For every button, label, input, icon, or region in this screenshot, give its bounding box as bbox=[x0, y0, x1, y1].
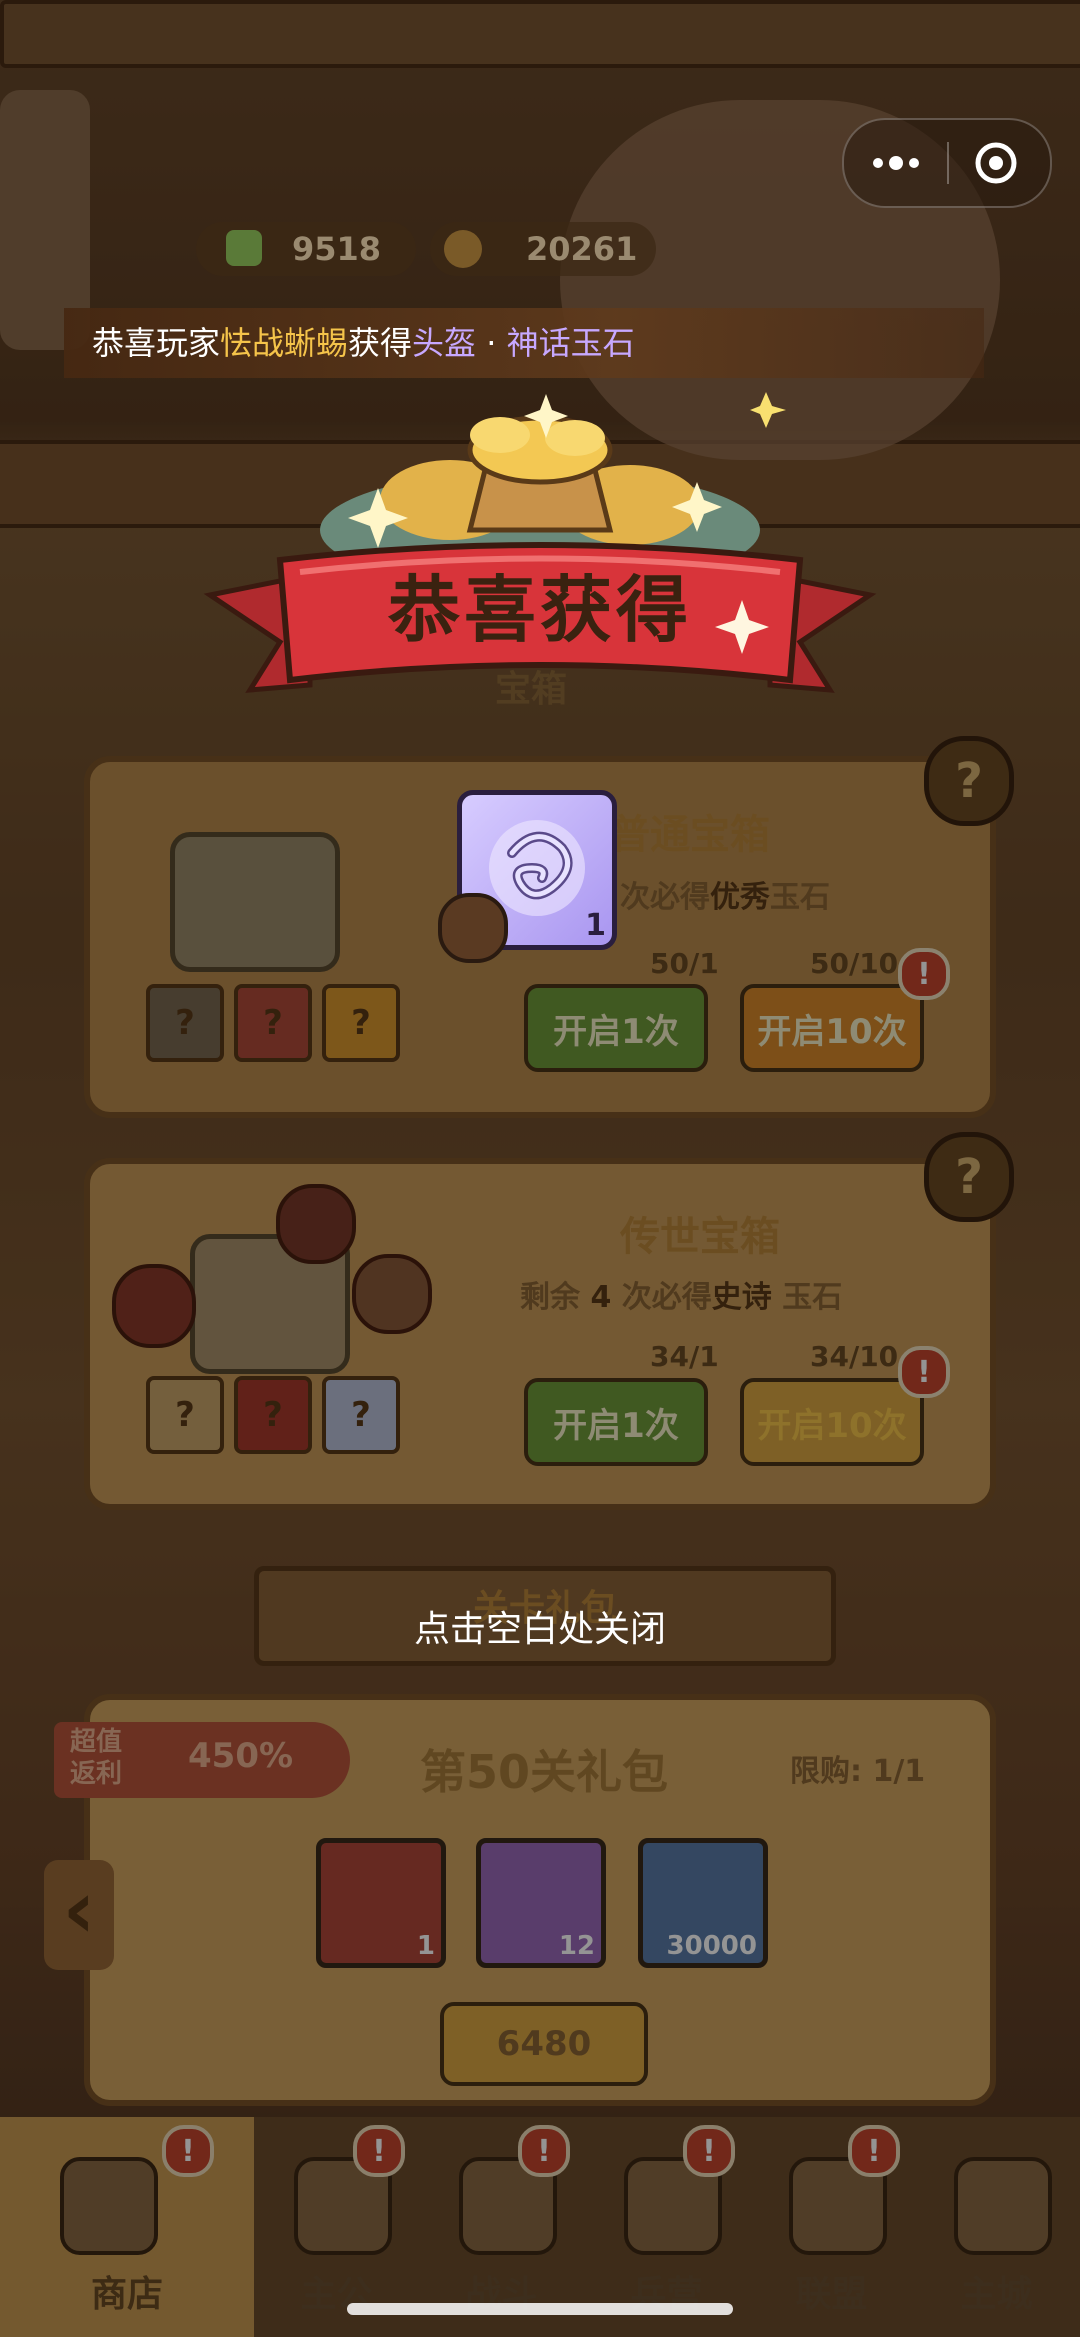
gem-icon bbox=[226, 230, 262, 266]
popup-title: 恭喜获得 bbox=[387, 568, 692, 652]
reward-banner: 恭喜获得 bbox=[190, 380, 890, 720]
helmet-type-icon bbox=[438, 893, 508, 963]
more-icon[interactable] bbox=[868, 142, 924, 184]
close-miniprogram-icon[interactable] bbox=[972, 139, 1020, 187]
currency-left: 9518 bbox=[196, 222, 416, 276]
close-hint: 点击空白处关闭 bbox=[413, 1609, 666, 1650]
currency-right: 20261 bbox=[430, 222, 656, 276]
announcement-bar: 恭喜玩家怯战蜥蜴获得头盔 · 神话玉石 bbox=[64, 308, 984, 378]
coin-icon bbox=[444, 230, 482, 268]
reward-count: 1 bbox=[585, 908, 606, 943]
home-indicator[interactable] bbox=[347, 2303, 733, 2315]
miniprogram-capsule bbox=[842, 118, 1052, 208]
announcement-text: 恭喜玩家怯战蜥蜴获得头盔 · 神话玉石 bbox=[92, 324, 635, 362]
